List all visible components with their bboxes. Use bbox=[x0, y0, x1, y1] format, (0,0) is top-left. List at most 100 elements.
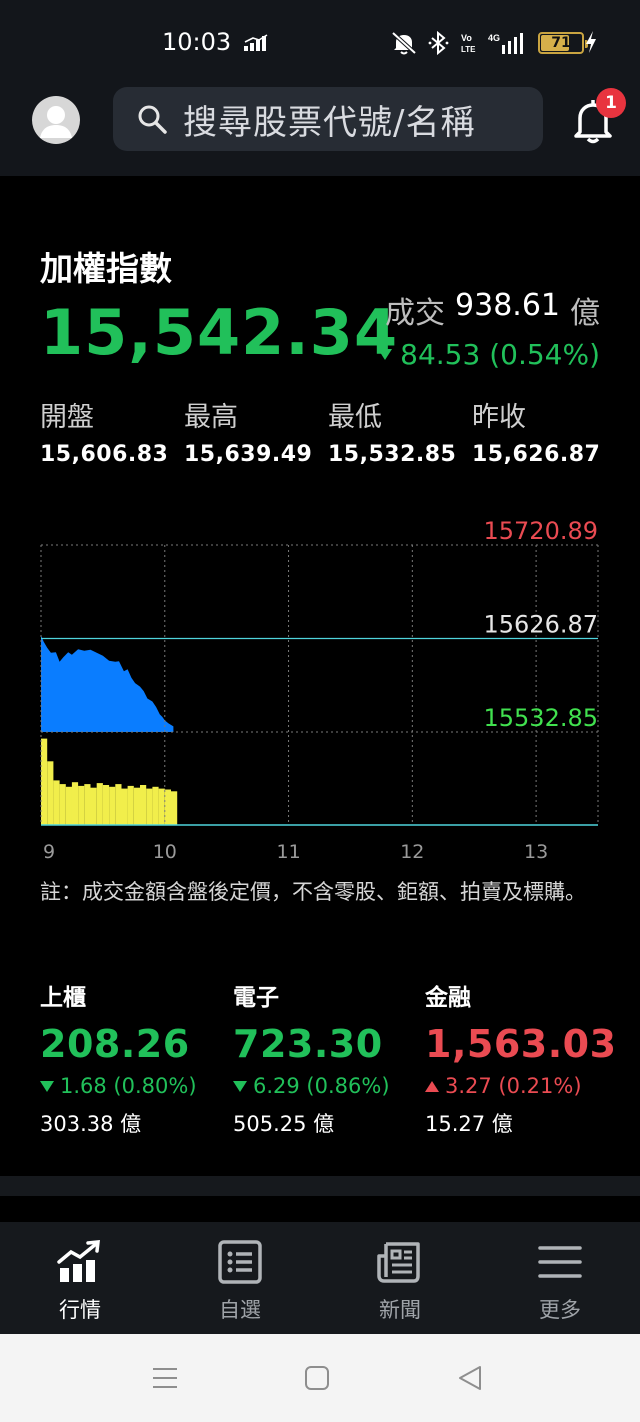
volume-bar bbox=[133, 787, 140, 825]
back-icon[interactable] bbox=[456, 1364, 484, 1392]
volume-bar bbox=[71, 782, 79, 825]
chart-note: 註：成交金額含盤後定價，不含零股、鉅額、拍賣及標購。 bbox=[40, 880, 586, 904]
volume-bar bbox=[115, 784, 122, 826]
svg-text:LTE: LTE bbox=[461, 45, 476, 54]
nav-news[interactable]: 新聞 bbox=[320, 1222, 480, 1334]
index-price: 15,542.34 bbox=[40, 296, 399, 369]
stat-low: 最低 15,532.85 bbox=[328, 395, 472, 467]
sub-index-otc[interactable]: 上櫃 208.26 1.68 (0.80%) 303.38 億 bbox=[40, 978, 230, 1138]
volume-bar bbox=[121, 788, 128, 825]
stat-value: 15,532.85 bbox=[328, 442, 457, 467]
svg-text:Vo: Vo bbox=[461, 33, 472, 43]
sub-indices: 上櫃 208.26 1.68 (0.80%) 303.38 億 電子 723.3… bbox=[40, 978, 620, 1148]
sub-index-price: 1,563.03 bbox=[425, 1022, 617, 1066]
search-placeholder: 搜尋股票代號/名稱 bbox=[183, 102, 476, 143]
y-level-label: 15626.87 bbox=[483, 611, 598, 639]
signal-4g-icon: 4G bbox=[488, 33, 523, 54]
volume-bar bbox=[164, 789, 171, 825]
sub-index-name: 電子 bbox=[233, 985, 279, 1011]
volume-bar bbox=[158, 788, 165, 825]
battery-icon: 71 bbox=[538, 32, 588, 54]
status-time: 10:03 bbox=[162, 28, 232, 56]
mute-icon bbox=[391, 31, 417, 55]
nav-label: 行情 bbox=[59, 1298, 101, 1322]
down-arrow-icon bbox=[40, 1080, 54, 1092]
stat-label: 昨收 bbox=[472, 402, 526, 433]
x-tick-label: 11 bbox=[277, 841, 301, 863]
sub-index-volume: 505.25 億 bbox=[233, 1112, 335, 1136]
x-tick-label: 9 bbox=[43, 841, 55, 863]
y-level-label: 15720.89 bbox=[483, 517, 598, 545]
watchlist-icon bbox=[218, 1240, 262, 1284]
sub-index-change-value: 3.27 (0.21%) bbox=[445, 1074, 582, 1098]
stat-high: 最高 15,639.49 bbox=[184, 395, 328, 467]
sub-index-name: 上櫃 bbox=[40, 985, 86, 1011]
volume-bar bbox=[90, 787, 97, 825]
nav-label: 更多 bbox=[539, 1298, 581, 1322]
avatar[interactable] bbox=[32, 96, 80, 144]
volume-label: 成交 bbox=[385, 296, 446, 331]
market-chart-icon bbox=[57, 1240, 100, 1282]
bluetooth-icon bbox=[428, 31, 449, 55]
sub-index-electronics[interactable]: 電子 723.30 6.29 (0.86%) 505.25 億 bbox=[233, 978, 423, 1138]
charging-icon bbox=[586, 31, 596, 53]
svg-text:4G: 4G bbox=[488, 33, 500, 43]
sub-index-change: 6.29 (0.86%) bbox=[233, 1074, 423, 1098]
network-activity-icon bbox=[244, 34, 268, 51]
status-icons: Vo LTE 4G 71 bbox=[390, 30, 588, 56]
menu-icon bbox=[538, 1246, 582, 1278]
user-avatar-icon bbox=[40, 106, 72, 138]
x-tick-label: 13 bbox=[524, 841, 548, 863]
index-volume: 成交 938.61 億 bbox=[385, 288, 600, 332]
index-stats: 開盤 15,606.83 最高 15,639.49 最低 15,532.85 昨… bbox=[40, 395, 620, 467]
volume-bar bbox=[152, 786, 159, 825]
volume-bar bbox=[47, 761, 54, 825]
sub-index-name: 金融 bbox=[425, 985, 471, 1011]
stat-prev-close: 昨收 15,626.87 bbox=[472, 395, 616, 467]
nav-watchlist[interactable]: 自選 bbox=[160, 1222, 320, 1334]
sub-index-volume: 15.27 億 bbox=[425, 1112, 513, 1136]
sub-index-change: 3.27 (0.21%) bbox=[425, 1074, 615, 1098]
index-title: 加權指數 bbox=[40, 249, 172, 288]
sub-index-change-value: 6.29 (0.86%) bbox=[253, 1074, 390, 1098]
volume-bar bbox=[127, 785, 134, 825]
sub-index-price: 723.30 bbox=[233, 1022, 383, 1066]
volume-bar bbox=[146, 788, 153, 825]
stat-value: 15,626.87 bbox=[472, 442, 601, 467]
volume-bar bbox=[102, 785, 110, 825]
home-icon[interactable] bbox=[305, 1366, 329, 1390]
volume-bar bbox=[96, 783, 103, 825]
down-arrow-icon bbox=[233, 1080, 247, 1092]
sub-index-price: 208.26 bbox=[40, 1022, 190, 1066]
volume-value: 938.61 bbox=[455, 288, 560, 323]
sub-index-finance[interactable]: 金融 1,563.03 3.27 (0.21%) 15.27 億 bbox=[425, 978, 617, 1138]
section-divider bbox=[0, 1176, 640, 1196]
price-area bbox=[41, 634, 174, 732]
volume-bar bbox=[109, 786, 116, 825]
status-bar: 10:03 Vo LTE 4G 71 bbox=[0, 0, 640, 84]
volume-bar bbox=[78, 785, 85, 825]
sub-index-change: 1.68 (0.80%) bbox=[40, 1074, 230, 1098]
stat-open: 開盤 15,606.83 bbox=[40, 395, 184, 467]
volume-bar bbox=[171, 791, 178, 825]
stat-value: 15,606.83 bbox=[40, 442, 169, 467]
stat-value: 15,639.49 bbox=[184, 442, 313, 467]
down-arrow-icon bbox=[378, 349, 393, 360]
volume-bar bbox=[65, 786, 72, 825]
nav-more[interactable]: 更多 bbox=[480, 1222, 640, 1334]
intraday-chart[interactable]: 15720.89 15626.87 15532.85 9 10 11 12 13 bbox=[0, 510, 640, 870]
notification-badge: 1 bbox=[596, 88, 626, 118]
volume-bar bbox=[59, 784, 66, 826]
bottom-nav: 行情 自選 新聞 更多 bbox=[0, 1222, 640, 1334]
app-header: 搜尋股票代號/名稱 bbox=[0, 84, 640, 176]
search-input[interactable]: 搜尋股票代號/名稱 bbox=[113, 87, 543, 151]
battery-level: 71 bbox=[551, 35, 571, 51]
stat-label: 開盤 bbox=[40, 402, 94, 433]
recent-apps-icon[interactable] bbox=[152, 1366, 178, 1390]
volume-bar bbox=[53, 780, 60, 825]
volume-bar bbox=[41, 738, 48, 826]
sub-index-volume: 303.38 億 bbox=[40, 1112, 142, 1136]
nav-market[interactable]: 行情 bbox=[0, 1222, 160, 1334]
y-level-label: 15532.85 bbox=[483, 704, 598, 732]
search-icon bbox=[138, 105, 167, 134]
